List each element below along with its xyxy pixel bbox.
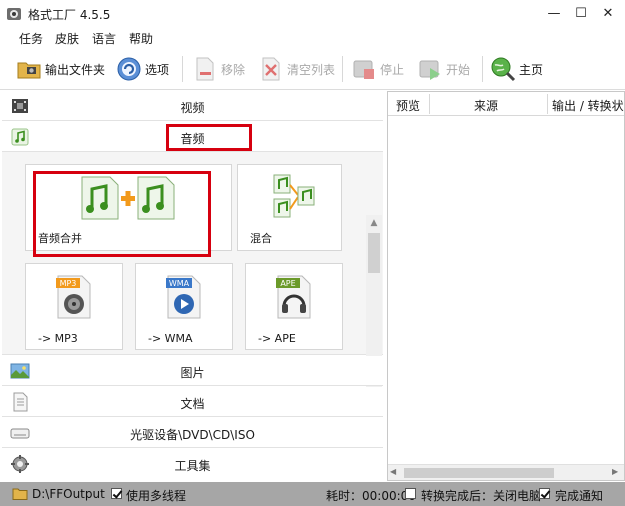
audio-mix-tile[interactable]: 混合	[237, 164, 342, 251]
highlight-audio-merge	[33, 171, 211, 257]
folder-icon	[17, 62, 41, 79]
toolbar-separator	[482, 56, 483, 82]
clear-icon	[262, 57, 280, 81]
category-video-label: 视频	[180, 101, 205, 115]
category-tools[interactable]: 工具集	[2, 449, 383, 479]
category-image-label: 图片	[180, 366, 205, 380]
title-bar: 格式工厂 4.5.5 — ☐ ✕	[0, 0, 625, 28]
menu-task[interactable]: 任务	[19, 30, 43, 47]
start-icon	[419, 60, 440, 80]
window-title: 格式工厂 4.5.5	[28, 8, 111, 22]
hscroll-thumb[interactable]	[404, 468, 554, 478]
column-source[interactable]: 来源	[474, 97, 498, 114]
remove-button[interactable]: 移除	[192, 54, 245, 84]
highlight-audio-category	[166, 124, 252, 151]
clear-list-label: 清空列表	[287, 62, 336, 77]
to-ape-tile[interactable]: APE -> APE	[245, 263, 343, 350]
status-bar: D:\FFOutput 使用多线程 耗时：00:00:00 转换完成后：关闭电脑…	[0, 482, 625, 506]
home-icon	[491, 57, 516, 82]
wma-file-icon: WMA	[166, 275, 201, 319]
stop-button[interactable]: 停止	[351, 54, 404, 84]
toolbar: 输出文件夹 选项 移除 清空列表 停止 开始 主页	[0, 48, 625, 90]
task-list: 预览 来源 输出 / 转换状 ◀ ▶	[387, 91, 625, 481]
to-wma-label: -> WMA	[148, 332, 193, 345]
task-list-header: 预览 来源 输出 / 转换状	[388, 92, 624, 116]
stop-label: 停止	[380, 62, 405, 77]
category-document[interactable]: 文档	[2, 387, 383, 417]
maximize-button[interactable]: ☐	[570, 4, 592, 24]
task-list-hscrollbar[interactable]: ◀ ▶	[388, 464, 624, 480]
toolbar-separator	[182, 56, 183, 82]
column-preview[interactable]: 预览	[396, 97, 420, 114]
category-image[interactable]: 图片	[2, 356, 383, 386]
ape-badge: APE	[280, 279, 295, 288]
menu-language[interactable]: 语言	[92, 30, 116, 47]
audio-mix-icon	[273, 174, 315, 218]
elapsed-time: 耗时：00:00:00	[326, 489, 416, 503]
minimize-button[interactable]: —	[543, 4, 565, 24]
category-video[interactable]: 视频	[2, 91, 383, 121]
menu-help[interactable]: 帮助	[129, 30, 153, 47]
home-button[interactable]: 主页	[490, 54, 543, 84]
scroll-up-icon[interactable]: ▲	[366, 215, 382, 231]
close-button[interactable]: ✕	[597, 4, 619, 24]
mp3-file-icon: MP3	[56, 275, 91, 319]
scroll-thumb[interactable]	[368, 233, 380, 273]
to-wma-tile[interactable]: WMA -> WMA	[135, 263, 233, 350]
menu-bar: 任务 皮肤 语言 帮助	[0, 28, 625, 48]
start-button[interactable]: 开始	[417, 54, 470, 84]
category-tools-label: 工具集	[174, 459, 211, 473]
column-divider[interactable]	[547, 94, 548, 114]
to-ape-label: -> APE	[258, 332, 296, 345]
toolbar-separator	[342, 56, 343, 82]
notify-checkbox[interactable]	[539, 488, 550, 499]
mp3-badge: MP3	[60, 279, 77, 288]
to-mp3-label: -> MP3	[38, 332, 78, 345]
stop-icon	[353, 60, 374, 79]
output-folder-button[interactable]: 输出文件夹	[16, 54, 105, 84]
audio-tools-panel: 音频合并 混合 MP3 -> MP3 WMA -> WMA APE -> APE…	[2, 152, 383, 414]
output-path[interactable]: D:\FFOutput	[32, 487, 105, 501]
ape-file-icon: APE	[276, 275, 311, 319]
shutdown-after-label: 转换完成后：关闭电脑	[421, 489, 542, 503]
scroll-right-icon[interactable]: ▶	[612, 467, 618, 476]
app-icon	[7, 8, 21, 20]
multithread-checkbox[interactable]	[111, 488, 122, 499]
notify-label: 完成通知	[555, 489, 604, 503]
home-label: 主页	[519, 62, 544, 77]
category-panel: 视频 音频 音频合并 混合 MP3 -> MP3 WMA -> WMA APE …	[2, 91, 383, 481]
category-document-label: 文档	[180, 397, 205, 411]
scroll-left-icon[interactable]: ◀	[390, 467, 396, 476]
multithread-label: 使用多线程	[126, 489, 187, 503]
options-label: 选项	[145, 62, 170, 77]
menu-skin[interactable]: 皮肤	[55, 30, 79, 47]
category-rom-device[interactable]: 光驱设备\DVD\CD\ISO	[2, 418, 383, 448]
shutdown-after-checkbox[interactable]	[405, 488, 416, 499]
remove-icon	[196, 57, 214, 81]
output-folder-label: 输出文件夹	[45, 62, 106, 77]
to-mp3-tile[interactable]: MP3 -> MP3	[25, 263, 123, 350]
options-button[interactable]: 选项	[116, 54, 169, 84]
options-icon	[117, 57, 141, 81]
folder-icon	[12, 488, 28, 500]
start-label: 开始	[446, 62, 471, 77]
column-divider[interactable]	[429, 94, 430, 114]
wma-badge: WMA	[169, 279, 190, 288]
category-rom-device-label: 光驱设备\DVD\CD\ISO	[130, 428, 255, 442]
remove-label: 移除	[221, 62, 246, 77]
column-output-status[interactable]: 输出 / 转换状	[552, 97, 624, 114]
clear-list-button[interactable]: 清空列表	[258, 54, 335, 84]
audio-mix-label: 混合	[250, 232, 272, 245]
